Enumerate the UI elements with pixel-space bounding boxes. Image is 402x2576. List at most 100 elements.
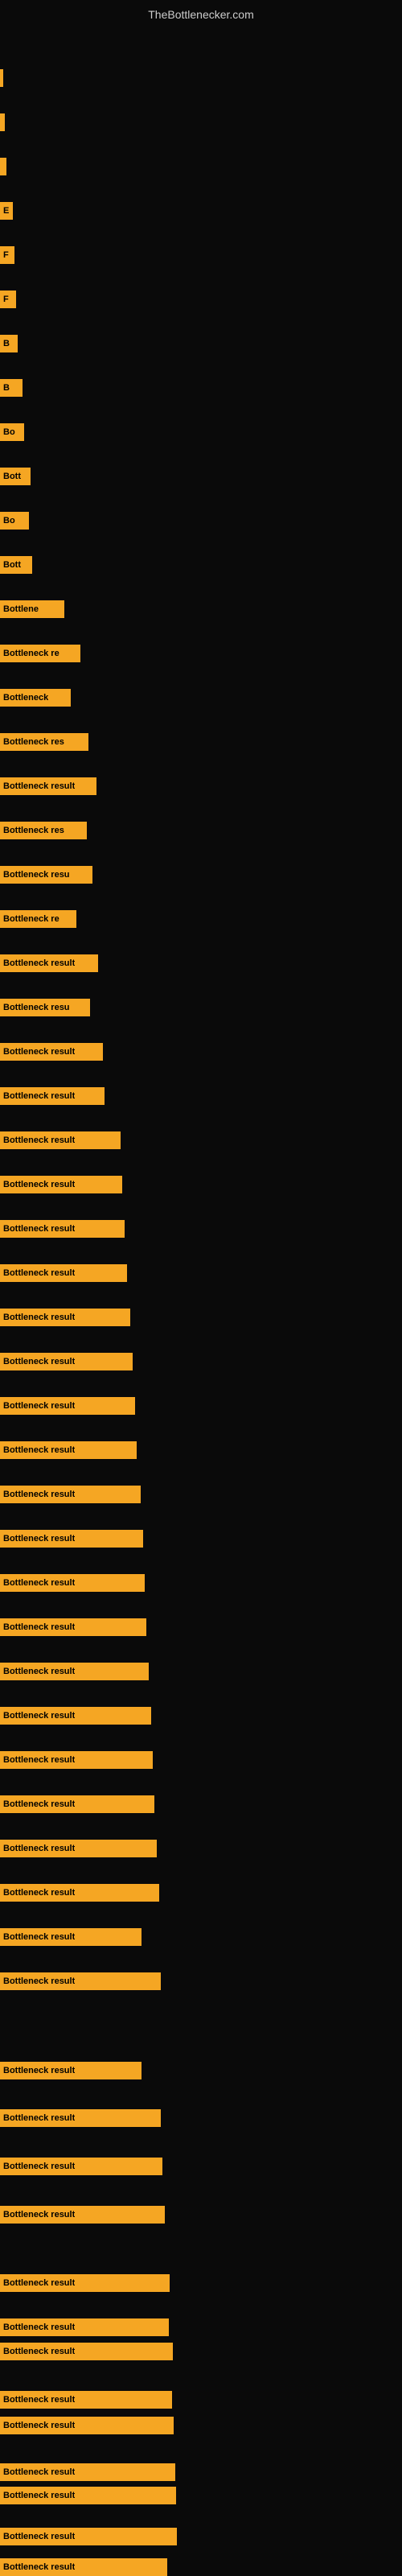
bar-label: Bottleneck result [3,2467,75,2477]
bar-item: Bottleneck result [0,1087,105,1105]
bar-item: Bottleneck result [0,1928,142,1946]
bar-label: Bottleneck result [3,2278,75,2288]
bar-label: Bottleneck result [3,1622,75,1632]
bar-label: Bottleneck result [3,1224,75,1234]
bar-item: F [0,246,14,264]
bar-label: Bottleneck result [3,958,75,968]
bar-item: Bottleneck result [0,1309,130,1326]
bar-item: Bottleneck re [0,910,76,928]
bar-label: Bottleneck re [3,649,59,658]
bar-label: Bottleneck result [3,2162,75,2171]
bar-item: Bottlene [0,600,64,618]
bar-label: Bottleneck result [3,1799,75,1809]
bar-label: Bottleneck result [3,2323,75,2332]
bar-item: Bottleneck result [0,1530,143,1548]
bar-item: Bottleneck result [0,1751,153,1769]
bar-label: Bottleneck re [3,914,59,924]
bar-label: Bottleneck result [3,2562,75,2572]
bar-item: Bottleneck result [0,1486,141,1503]
bar-item: Bottleneck res [0,733,88,751]
bar-item: Bottleneck result [0,2158,162,2175]
bar-label: Bott [3,560,21,570]
bar-item: Bottleneck result [0,1264,127,1282]
bar-label: Bottleneck result [3,1976,75,1986]
bar-label: Bottleneck result [3,1445,75,1455]
bar-item: Bottleneck result [0,1795,154,1813]
bar-label: Bottleneck [3,693,48,703]
bar-label: Bottleneck result [3,1490,75,1499]
bar-label: Bottleneck result [3,2395,75,2405]
bar-item: Bottleneck result [0,1441,137,1459]
bar-label: Bott [3,472,21,481]
bar-item: Bottleneck result [0,2274,170,2292]
bar-label: Bottleneck res [3,737,64,747]
bar-item: B [0,335,18,352]
bar-item: Bottleneck result [0,2343,173,2360]
bar-item: Bottleneck resu [0,999,90,1016]
bar-label: Bottleneck result [3,781,75,791]
bar-item: Bottleneck result [0,2062,142,2079]
bar-item: Bottleneck result [0,2318,169,2336]
bar-item: F [0,291,16,308]
bar-item: Bottleneck result [0,2109,161,2127]
bar-label: Bottleneck result [3,1268,75,1278]
bar-item: Bottleneck result [0,1840,157,1857]
bar-item: Bottleneck result [0,1707,151,1725]
bar-item: Bottleneck result [0,1176,122,1193]
bar-item: Bottleneck res [0,822,87,839]
bar-item: Bottleneck result [0,1972,161,1990]
bar-label: Bottleneck result [3,2210,75,2219]
bar-item: Bottleneck result [0,1220,125,1238]
bar-label: Bottleneck result [3,2532,75,2541]
bar-item: Bottleneck result [0,1131,121,1149]
bar-label: Bottleneck result [3,2347,75,2356]
bar-label: Bottleneck resu [3,1003,70,1012]
bar-label: Bottleneck result [3,1313,75,1322]
bar-item: Bottleneck result [0,1043,103,1061]
chart-area: EFFBBBoBottBoBottBottleneBottleneck reBo… [0,25,402,2560]
bar-item: Bottleneck result [0,1353,133,1370]
bar-label: Bo [3,427,15,437]
site-title: TheBottlenecker.com [148,8,254,21]
bar-label: F [3,295,9,304]
bar-label: F [3,250,9,260]
bar-label: Bottleneck result [3,1578,75,1588]
bar-item: Bottleneck result [0,1574,145,1592]
bar-label: Bottleneck result [3,1844,75,1853]
bar-label: Bottleneck result [3,2113,75,2123]
bar-item [0,69,3,87]
bar-item: Bottleneck [0,689,71,707]
bar-label: Bottleneck result [3,1136,75,1145]
site-header: TheBottlenecker.com [0,0,402,25]
bar-item [0,158,6,175]
bar-item: Bottleneck result [0,2558,167,2576]
bar-item: Bo [0,423,24,441]
bar-item [0,113,5,131]
bar-label: Bo [3,516,15,526]
bar-label: Bottleneck result [3,2491,75,2500]
bar-label: Bottleneck result [3,1755,75,1765]
bar-item: Bottleneck re [0,645,80,662]
bar-label: B [3,339,10,348]
bar-item: Bott [0,556,32,574]
bar-label: Bottleneck result [3,1091,75,1101]
bar-item: Bottleneck result [0,954,98,972]
bar-label: E [3,206,9,216]
bar-label: Bottleneck result [3,2421,75,2430]
bar-label: Bottleneck result [3,1711,75,1721]
bar-label: Bottleneck result [3,1888,75,1898]
bar-item: Bottleneck result [0,2463,175,2481]
bar-item: E [0,202,13,220]
bar-item: Bottleneck result [0,1884,159,1902]
bar-item: Bottleneck result [0,1663,149,1680]
bar-item: Bottleneck result [0,1397,135,1415]
bar-label: Bottleneck result [3,1401,75,1411]
bar-item: Bott [0,468,31,485]
bar-label: Bottleneck result [3,1047,75,1057]
bar-item: Bottleneck result [0,777,96,795]
bar-item: Bottleneck result [0,1618,146,1636]
bar-label: Bottleneck result [3,1932,75,1942]
bar-item: Bottleneck result [0,2417,174,2434]
bar-label: Bottleneck resu [3,870,70,880]
bar-label: Bottleneck res [3,826,64,835]
